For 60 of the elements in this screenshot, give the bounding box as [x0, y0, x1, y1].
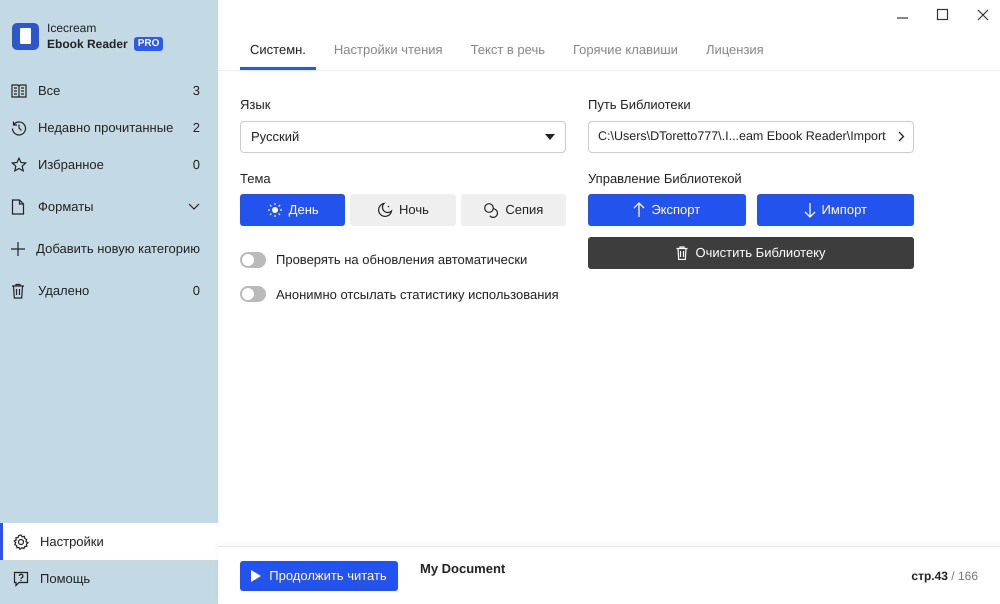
tab[interactable]: Настройки чтения	[324, 30, 453, 70]
overlapping-circles-icon	[483, 202, 500, 218]
tab[interactable]: Текст в речь	[460, 30, 556, 70]
tab[interactable]: Горячие клавиши	[563, 30, 688, 70]
theme-option-button[interactable]: День	[240, 194, 346, 226]
book-icon	[11, 84, 27, 98]
item-count: 2	[192, 118, 200, 137]
trash-icon	[11, 282, 25, 298]
library-path-label: Путь Библиотеки	[588, 96, 692, 114]
library-path-field[interactable]: C:\Users\DToretto777\.I...eam Ebook Reader\Import	[588, 120, 914, 152]
maximize-icon[interactable]	[936, 8, 950, 22]
theme-label: Тема	[240, 170, 272, 188]
sidebar-item[interactable]: Настройки	[0, 523, 218, 560]
tab[interactable]: Системн.	[240, 30, 316, 70]
app-name: Icecream	[47, 20, 98, 36]
arrow-up-icon	[633, 202, 646, 218]
continue-reading-button[interactable]: Продолжить читать	[240, 560, 398, 590]
toggle-label: Анонимно отсылать статистику использования	[276, 286, 559, 304]
tab[interactable]: Лицензия	[696, 30, 774, 70]
app-logo-icon	[12, 22, 39, 50]
theme-option-button[interactable]: Ночь	[350, 194, 456, 226]
sidebar-item[interactable]: Форматы	[0, 183, 218, 230]
document-title: My Document	[420, 560, 506, 578]
plus-icon	[11, 242, 25, 256]
export-button[interactable]: Экспорт	[588, 194, 746, 226]
item-count: 0	[192, 282, 200, 300]
clear-library-button[interactable]: Очистить Библиотеку	[588, 237, 914, 269]
arrow-down-icon	[804, 202, 816, 218]
sidebar-item[interactable]: Недавно прочитанные 2	[0, 109, 218, 146]
sun-icon	[266, 202, 283, 218]
pro-badge: PRO	[134, 37, 164, 51]
help-bubble-icon	[13, 570, 29, 586]
current-page: стр.43	[911, 568, 948, 582]
sidebar-item[interactable]: Помощь	[0, 560, 218, 597]
close-icon[interactable]	[976, 8, 990, 22]
trash-icon	[676, 246, 688, 260]
theme-option-button[interactable]: Сепия	[460, 194, 566, 226]
moon-icon	[377, 202, 394, 218]
sidebar-item[interactable]: Все 3	[0, 72, 218, 109]
chevron-right-icon	[898, 131, 905, 142]
history-icon	[11, 120, 27, 136]
play-icon	[251, 570, 262, 582]
library-management-label: Управление Библиотекой	[588, 170, 743, 188]
app-product-name: Ebook Reader	[47, 36, 128, 52]
sidebar-item[interactable]: Избранное 0	[0, 146, 218, 183]
gear-icon	[13, 534, 29, 550]
language-label: Язык	[240, 96, 272, 114]
star-icon	[11, 156, 27, 172]
toggle-switch[interactable]	[240, 286, 266, 302]
language-dropdown[interactable]: Русский	[240, 120, 566, 152]
toggle-label: Проверять на обновления автоматически	[276, 251, 528, 269]
item-count: 3	[192, 82, 200, 100]
document-icon	[11, 198, 25, 214]
sidebar-item[interactable]: Удалено 0	[0, 267, 218, 314]
item-count: 0	[192, 156, 200, 174]
dropdown-caret-icon	[545, 134, 555, 140]
sidebar-item[interactable]: Добавить новую категорию	[0, 230, 218, 267]
total-pages: / 166	[951, 568, 978, 582]
import-button[interactable]: Импорт	[756, 194, 914, 226]
toggle-switch[interactable]	[240, 252, 266, 268]
